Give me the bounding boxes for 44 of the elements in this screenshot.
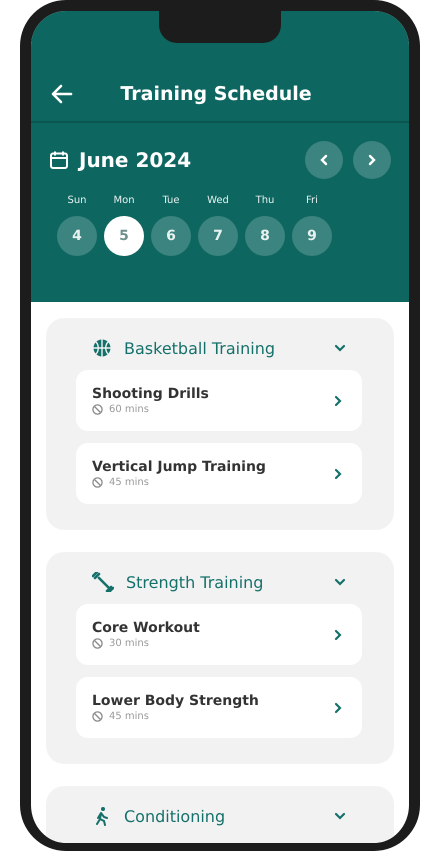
category-title: Basketball Training (124, 338, 275, 358)
back-arrow-icon[interactable] (51, 84, 73, 104)
session-duration: 60 mins (109, 404, 149, 415)
date-button[interactable]: 9 (292, 216, 332, 256)
session-duration: 45 mins (109, 477, 149, 488)
date-button[interactable]: 8 (245, 216, 285, 256)
chevron-right-icon (334, 628, 342, 640)
date-button[interactable]: 4 (57, 216, 97, 256)
weekday-label: Fri (306, 195, 318, 206)
weekday-label: Mon (113, 195, 135, 206)
date-button[interactable]: 7 (198, 216, 238, 256)
chevron-down-icon[interactable] (334, 578, 346, 586)
weekday-label: Tue (162, 195, 180, 206)
month-label: June 2024 (79, 148, 192, 172)
calendar-icon (49, 150, 69, 170)
session-duration: 45 mins (109, 711, 149, 722)
previous-month-button[interactable] (305, 141, 343, 179)
session-name: Shooting Drills (92, 386, 210, 402)
chevron-down-icon[interactable] (334, 344, 346, 352)
session-item[interactable]: Shooting Drills 60 mins (76, 370, 362, 431)
dumbbell-icon (92, 572, 114, 592)
chevron-down-icon[interactable] (334, 812, 346, 820)
session-duration: 30 mins (109, 638, 149, 649)
chevron-left-icon (319, 154, 329, 166)
chevron-right-icon (334, 394, 342, 406)
weekday-label: Thu (256, 195, 274, 206)
session-name: Lower Body Strength (92, 693, 260, 709)
chevron-right-icon (334, 702, 342, 714)
screen-title: Training Schedule (119, 83, 313, 105)
session-name: Vertical Jump Training (92, 459, 267, 475)
date-button[interactable]: 5 (104, 216, 144, 256)
session-item[interactable]: Core Workout 30 mins (76, 604, 362, 665)
category-title: Strength Training (126, 572, 264, 592)
next-month-button[interactable] (353, 141, 391, 179)
weekday-label: Sun (67, 195, 87, 206)
weekday-label: Wed (207, 195, 229, 206)
session-item[interactable]: Lower Body Strength 45 mins (76, 677, 362, 738)
session-item[interactable]: Vertical Jump Training 45 mins (76, 443, 362, 504)
chevron-right-icon (334, 468, 342, 480)
basketball-icon (92, 338, 112, 358)
session-name: Core Workout (92, 620, 201, 636)
date-button[interactable]: 6 (151, 216, 191, 256)
chevron-right-icon (367, 154, 377, 166)
category-title: Conditioning (124, 806, 226, 826)
